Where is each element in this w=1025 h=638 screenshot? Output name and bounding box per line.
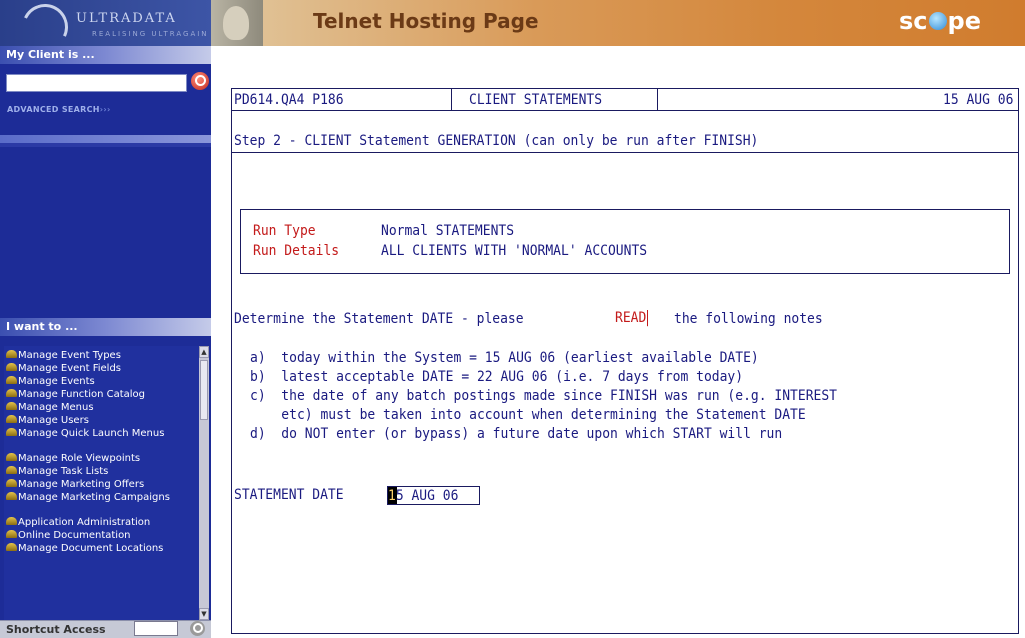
advanced-search-label: ADVANCED SEARCH (7, 105, 100, 114)
hat-icon (6, 415, 17, 423)
hat-icon (6, 363, 17, 371)
menu-item-manage-document-locations[interactable]: Manage Document Locations (6, 543, 202, 554)
logo-right-text: pe (947, 7, 981, 35)
menu-scrollbar[interactable]: ▲ ▼ (199, 346, 209, 620)
menu-item-manage-event-types[interactable]: Manage Event Types (6, 350, 202, 361)
advanced-search-link[interactable]: ADVANCED SEARCH››› (7, 105, 111, 114)
read-link[interactable]: READ (615, 310, 649, 327)
sidebar: ULTRADATA REALISING ULTRAGAIN My Client … (0, 0, 211, 638)
hat-icon (6, 453, 17, 461)
statement-date-rest: 5 AUG 06 (395, 488, 459, 505)
note-c: c) the date of any batch postings made s… (250, 388, 837, 405)
logo-tagline: REALISING ULTRAGAIN (92, 30, 209, 38)
hat-icon (6, 350, 17, 358)
hat-icon (6, 543, 17, 551)
run-type-value: Normal STATEMENTS (381, 223, 515, 240)
statement-date-value: 15 AUG 06 (388, 488, 458, 504)
determine-suffix: the following notes (674, 311, 823, 328)
client-search-input[interactable] (6, 74, 187, 92)
task-menu: Manage Event Types Manage Event Fields M… (4, 346, 206, 620)
menu-item-manage-event-fields[interactable]: Manage Event Fields (6, 363, 202, 374)
divider (0, 143, 211, 147)
statement-date-label: STATEMENT DATE (234, 487, 344, 504)
hat-icon (6, 492, 17, 500)
hat-icon (6, 428, 17, 436)
shortcut-access-bar: Shortcut Access (0, 620, 211, 638)
determine-prefix: Determine the Statement DATE - please (234, 311, 524, 328)
scroll-down-icon[interactable]: ▼ (199, 608, 209, 620)
page-title: Telnet Hosting Page (313, 9, 539, 33)
run-info-box (240, 209, 1010, 274)
logo-left-text: sc (899, 7, 928, 35)
shortcut-access-label: Shortcut Access (6, 623, 106, 636)
logo-swoosh-icon (15, 0, 75, 46)
hat-icon (6, 479, 17, 487)
client-header: My Client is ... (0, 46, 211, 64)
globe-icon (928, 12, 947, 30)
statement-date-input[interactable]: 15 AUG 06 (387, 486, 480, 505)
screen-date: 15 AUG 06 (943, 92, 1014, 109)
note-d: d) do NOT enter (or bypass) a future dat… (250, 426, 783, 443)
run-details-label: Run Details (253, 243, 340, 260)
ultradata-logo: ULTRADATA REALISING ULTRAGAIN (0, 0, 211, 46)
divider (0, 135, 211, 143)
menu-item-manage-marketing-offers[interactable]: Manage Marketing Offers (6, 479, 202, 490)
logo-text: ULTRADATA (76, 11, 177, 26)
hat-icon (6, 376, 17, 384)
banner-photo (211, 0, 263, 46)
note-c-continued: etc) must be taken into account when det… (250, 407, 806, 424)
search-icon[interactable] (191, 72, 209, 90)
menu-item-application-administration[interactable]: Application Administration (6, 517, 202, 528)
screen-title: CLIENT STATEMENTS (469, 92, 603, 109)
menu-item-manage-quick-launch-menus[interactable]: Manage Quick Launch Menus (6, 428, 202, 439)
menu-item-manage-role-viewpoints[interactable]: Manage Role Viewpoints (6, 453, 202, 464)
chevrons-icon: ››› (99, 105, 111, 114)
screen-id: PD614.QA4 P186 (234, 92, 344, 109)
step-description: Step 2 - CLIENT Statement GENERATION (ca… (234, 133, 759, 150)
hat-icon (6, 402, 17, 410)
person-photo-icon (223, 6, 249, 40)
step-divider (232, 152, 1018, 153)
hat-icon (6, 466, 17, 474)
menu-item-manage-users[interactable]: Manage Users (6, 415, 202, 426)
menu-item-manage-function-catalog[interactable]: Manage Function Catalog (6, 389, 202, 400)
i-want-to-header: I want to ... (0, 318, 211, 336)
menu-item-online-documentation[interactable]: Online Documentation (6, 530, 202, 541)
run-type-label: Run Type (253, 223, 316, 240)
statement-date-first-char: 1 (388, 488, 396, 505)
note-b: b) latest acceptable DATE = 22 AUG 06 (i… (250, 369, 744, 386)
menu-item-manage-events[interactable]: Manage Events (6, 376, 202, 387)
scroll-up-icon[interactable]: ▲ (199, 346, 209, 358)
hat-icon (6, 517, 17, 525)
run-details-value: ALL CLIENTS WITH 'NORMAL' ACCOUNTS (381, 243, 648, 260)
hat-icon (6, 530, 17, 538)
hat-icon (6, 389, 17, 397)
shortcut-search-icon[interactable] (190, 621, 205, 636)
scrollbar-thumb[interactable] (200, 360, 208, 420)
menu-item-manage-marketing-campaigns[interactable]: Manage Marketing Campaigns (6, 492, 202, 503)
menu-item-manage-task-lists[interactable]: Manage Task Lists (6, 466, 202, 477)
header-divider (232, 110, 1018, 111)
menu-item-manage-menus[interactable]: Manage Menus (6, 402, 202, 413)
note-a: a) today within the System = 15 AUG 06 (… (250, 350, 759, 367)
telnet-terminal[interactable]: PD614.QA4 P186 CLIENT STATEMENTS 15 AUG … (231, 88, 1019, 634)
top-banner: Telnet Hosting Page sc pe (211, 0, 1025, 46)
scope-logo: sc pe (899, 7, 981, 35)
shortcut-input[interactable] (134, 621, 178, 636)
